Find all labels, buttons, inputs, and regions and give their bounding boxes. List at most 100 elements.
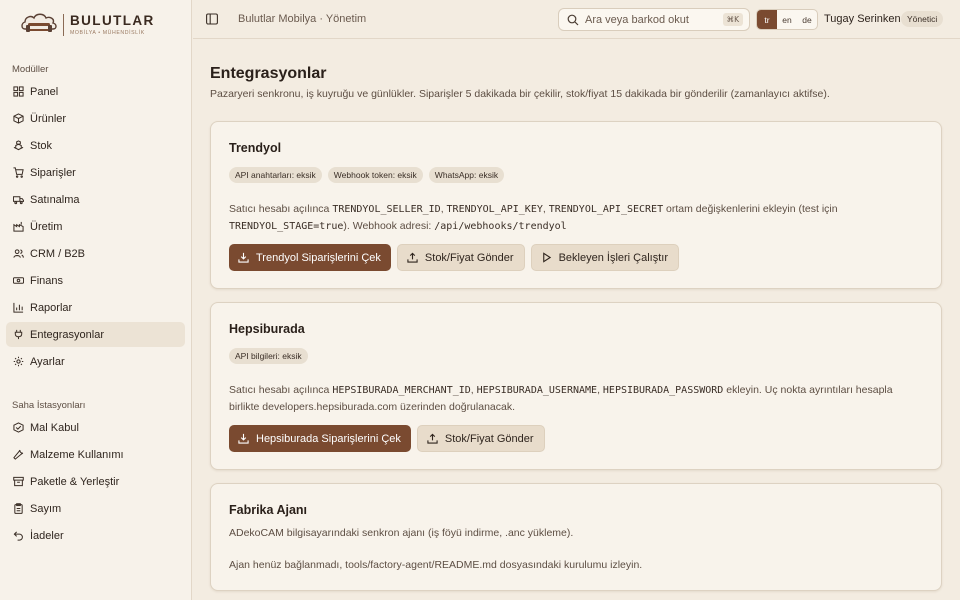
sidebar-item-label: Mal Kabul	[30, 421, 79, 434]
sidebar-item-label: Raporlar	[30, 301, 73, 314]
sidebar-item-finans[interactable]: Finans	[6, 268, 185, 293]
gear-icon	[13, 356, 24, 367]
sidebar-item-urunler[interactable]: Ürünler	[6, 106, 185, 131]
sidebar-item-label: Malzeme Kullanımı	[30, 448, 124, 461]
topbar: Bulutlar Mobilya · Yönetim Ara veya bark…	[193, 0, 960, 39]
sidebar-item-label: Ürünler	[30, 112, 67, 125]
sidebar-item-satinalma[interactable]: Satınalma	[6, 187, 185, 212]
banknote-icon	[13, 275, 24, 286]
sidebar-toggle-icon[interactable]	[206, 13, 218, 25]
user-name[interactable]: Tugay Serinken	[824, 13, 901, 25]
sidebar-item-paketle-yerlestir[interactable]: Paketle & Yerleştir	[6, 469, 185, 494]
breadcrumb: Bulutlar Mobilya · Yönetim	[238, 13, 367, 25]
pull-trendyol-orders-button[interactable]: Trendyol Siparişlerini Çek	[229, 244, 391, 271]
undo-icon	[13, 530, 24, 541]
card-title: Fabrika Ajanı	[229, 503, 308, 517]
box-icon	[13, 113, 24, 124]
factory-agent-status: Ajan henüz bağlanmadı, tools/factory-age…	[229, 559, 643, 571]
play-icon	[542, 252, 551, 263]
hepsiburada-instructions: Satıcı hesabı açılınca HEPSIBURADA_MERCH…	[229, 384, 893, 413]
sidebar-item-label: Siparişler	[30, 166, 76, 179]
sidebar-item-label: Ayarlar	[30, 355, 65, 368]
trendyol-card: Trendyol API anahtarları: eksik Webhook …	[210, 121, 942, 289]
language-option-tr[interactable]: tr	[757, 10, 777, 29]
push-stock-price-button[interactable]: Stok/Fiyat Gönder	[416, 425, 545, 452]
user-role-badge: Yönetici	[901, 11, 944, 27]
users-icon	[13, 248, 24, 259]
status-badge-whatsapp: WhatsApp: eksik	[428, 167, 505, 183]
brand-name: BULUTLAR	[70, 13, 155, 29]
sidebar-item-label: Panel	[30, 85, 59, 98]
search-icon	[567, 14, 579, 25]
card-title: Trendyol	[229, 141, 282, 155]
search-input[interactable]: Ara veya barkod okut ⌘K	[558, 8, 750, 31]
sidebar-item-label: Sayım	[30, 502, 62, 515]
cloud-sofa-logo-icon	[21, 13, 57, 32]
sidebar-item-label: CRM / B2B	[30, 247, 86, 260]
sidebar-item-stok[interactable]: Stok	[6, 133, 185, 158]
logo-divider	[63, 14, 64, 36]
sidebar-item-iadeler[interactable]: İadeler	[6, 523, 185, 548]
sidebar-item-label: Stok	[30, 139, 53, 152]
factory-icon	[13, 221, 24, 232]
env-var-username: HEPSIBURADA_USERNAME	[476, 385, 598, 396]
language-switcher: tr en de	[756, 9, 818, 30]
pull-hepsiburada-orders-button[interactable]: Hepsiburada Siparişlerini Çek	[229, 425, 411, 452]
dashboard-icon	[13, 86, 24, 97]
env-var-api-key: TRENDYOL_API_KEY	[446, 204, 543, 215]
sidebar-item-malzeme-kullanimi[interactable]: Malzeme Kullanımı	[6, 442, 185, 467]
sidebar-item-panel[interactable]: Panel	[6, 79, 185, 104]
upload-icon	[407, 252, 418, 263]
trendyol-instructions: Satıcı hesabı açılınca TRENDYOL_SELLER_I…	[229, 203, 838, 232]
sidebar-item-mal-kabul[interactable]: Mal Kabul	[6, 415, 185, 440]
env-var-api-secret: TRENDYOL_API_SECRET	[548, 204, 664, 215]
sidebar-item-raporlar[interactable]: Raporlar	[6, 295, 185, 320]
sidebar-item-label: Satınalma	[30, 193, 80, 206]
sidebar-item-uretim[interactable]: Üretim	[6, 214, 185, 239]
brand-logo[interactable]: BULUTLAR MOBİLYA • MÜHENDİSLİK	[19, 11, 159, 39]
run-pending-jobs-button[interactable]: Bekleyen İşleri Çalıştır	[530, 244, 680, 271]
env-var-seller-id: TRENDYOL_SELLER_ID	[332, 204, 441, 215]
factory-agent-description: ADekoCAM bilgisayarındaki senkron ajanı …	[229, 527, 574, 539]
upload-icon	[427, 433, 438, 444]
sidebar-item-label: Finans	[30, 274, 64, 287]
env-var-password: HEPSIBURADA_PASSWORD	[602, 385, 724, 396]
brand-tagline: MOBİLYA • MÜHENDİSLİK	[70, 29, 145, 36]
cart-icon	[13, 167, 24, 178]
wrench-icon	[13, 449, 24, 460]
sidebar-item-siparisler[interactable]: Siparişler	[6, 160, 185, 185]
nav-section-modules: Modüller	[12, 64, 49, 75]
bar-chart-icon	[13, 302, 24, 313]
sidebar-item-entegrasyonlar[interactable]: Entegrasyonlar	[6, 322, 185, 347]
page-title: Entegrasyonlar	[210, 65, 327, 82]
package-check-icon	[13, 422, 24, 433]
status-badge-api-keys: API anahtarları: eksik	[229, 167, 322, 183]
plug-icon	[13, 329, 24, 340]
language-option-en[interactable]: en	[777, 10, 797, 29]
sidebar: BULUTLAR MOBİLYA • MÜHENDİSLİK Modüller …	[0, 0, 192, 600]
boxes-icon	[13, 140, 24, 151]
nav-section-field-stations: Saha İstasyonları	[12, 400, 86, 411]
sidebar-item-ayarlar[interactable]: Ayarlar	[6, 349, 185, 374]
clipboard-icon	[13, 503, 24, 514]
webhook-url: /api/webhooks/trendyol	[434, 221, 567, 232]
status-badge-api-info: API bilgileri: eksik	[229, 348, 308, 364]
env-var-merchant-id: HEPSIBURADA_MERCHANT_ID	[332, 385, 471, 396]
sidebar-item-label: Üretim	[30, 220, 63, 233]
archive-icon	[13, 476, 24, 487]
push-stock-price-button[interactable]: Stok/Fiyat Gönder	[396, 244, 525, 271]
sidebar-item-crm-b2b[interactable]: CRM / B2B	[6, 241, 185, 266]
env-var-stage: TRENDYOL_STAGE=true	[229, 221, 344, 232]
status-badge-webhook-token: Webhook token: eksik	[327, 167, 423, 183]
main-content: Entegrasyonlar Pazaryeri senkronu, iş ku…	[193, 40, 960, 600]
card-title: Hepsiburada	[229, 322, 305, 336]
page-description: Pazaryeri senkronu, iş kuyruğu ve günlük…	[210, 88, 830, 100]
language-option-de[interactable]: de	[797, 10, 817, 29]
hepsiburada-card: Hepsiburada API bilgileri: eksik Satıcı …	[210, 302, 942, 470]
sidebar-item-sayim[interactable]: Sayım	[6, 496, 185, 521]
search-shortcut-badge: ⌘K	[722, 13, 743, 26]
sidebar-item-label: İadeler	[30, 529, 64, 542]
download-icon	[238, 252, 249, 263]
factory-agent-card: Fabrika Ajanı ADekoCAM bilgisayarındaki …	[210, 483, 942, 591]
sidebar-item-label: Entegrasyonlar	[30, 328, 104, 341]
